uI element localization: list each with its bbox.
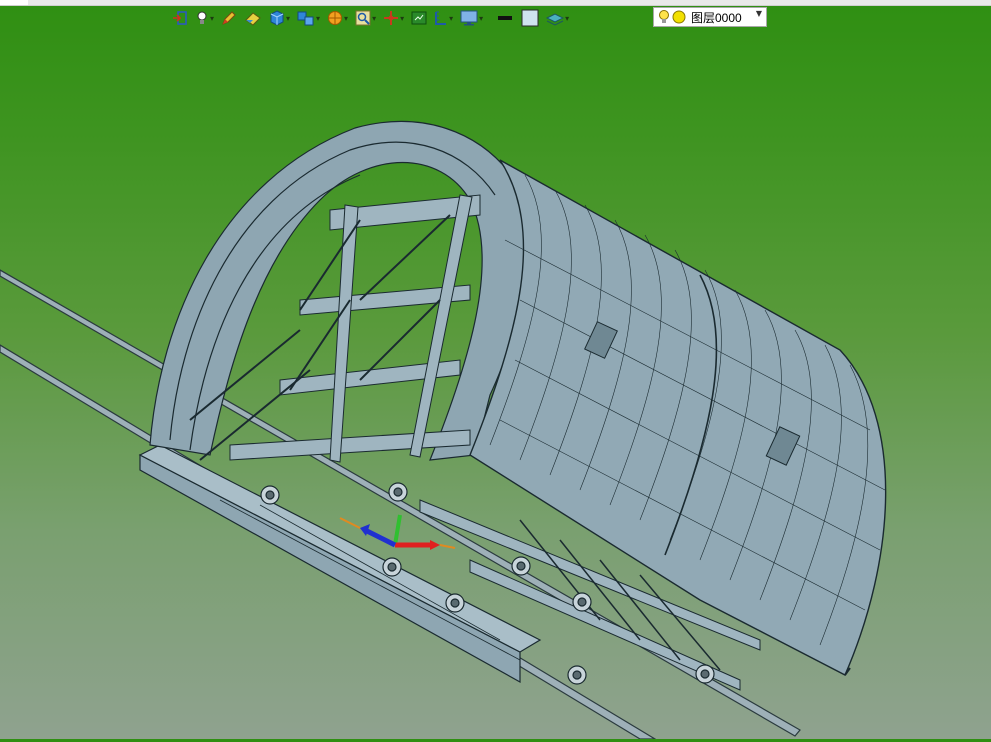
layer-stack-icon <box>546 13 565 26</box>
view-screen-icon <box>411 11 427 25</box>
display-monitor-dropdown-caret[interactable]: ▾ <box>479 14 483 23</box>
measure-dropdown-caret[interactable]: ▾ <box>449 14 453 23</box>
measure-icon <box>435 11 447 25</box>
cube-stack-dropdown-caret[interactable]: ▾ <box>316 14 320 23</box>
display-monitor-icon <box>460 10 478 26</box>
measure-button[interactable]: ▾ <box>432 7 455 29</box>
layer-color-icon[interactable] <box>672 10 686 24</box>
cube-stack-button[interactable]: ▾ <box>295 7 322 29</box>
solid-cube-dropdown-caret[interactable]: ▾ <box>286 14 290 23</box>
render-sphere-dropdown-caret[interactable]: ▾ <box>344 14 348 23</box>
layer-selector[interactable]: 图层0000 ▼ <box>653 7 767 27</box>
eraser-button[interactable] <box>242 7 264 29</box>
layer-dropdown-caret[interactable]: ▼ <box>756 9 762 18</box>
render-sphere-button[interactable]: ▾ <box>325 7 350 29</box>
pencil-icon <box>222 11 236 25</box>
light-bulb-icon <box>197 11 207 24</box>
solid-cube-button[interactable]: ▾ <box>267 7 292 29</box>
line-color-button[interactable] <box>494 7 516 29</box>
layer-name: 图层0000 <box>691 10 742 25</box>
layer-stack-dropdown-caret[interactable]: ▾ <box>565 14 569 23</box>
pencil-button[interactable] <box>219 7 239 29</box>
eraser-icon <box>245 12 261 26</box>
light-bulb-icon[interactable] <box>658 9 670 25</box>
zoom-icon <box>355 10 371 26</box>
3d-viewport[interactable] <box>0 30 991 740</box>
cube-stack-icon <box>297 11 314 26</box>
insert-icon <box>173 11 187 25</box>
window-corner <box>0 0 28 5</box>
fill-color-icon <box>521 9 539 27</box>
layer-stack-button[interactable]: ▾ <box>544 7 571 29</box>
fill-color-button[interactable] <box>519 7 541 29</box>
main-toolbar: ▾ ▾ ▾ ▾ ▾ ▾ ▾ ▾ ▾ <box>170 6 571 30</box>
base-platform <box>138 444 542 684</box>
render-sphere-icon <box>328 11 343 25</box>
line-color-icon <box>498 16 513 20</box>
move-axes-icon <box>384 11 399 25</box>
transform-gizmo[interactable] <box>339 514 456 550</box>
display-monitor-button[interactable]: ▾ <box>458 7 485 29</box>
solid-cube-icon <box>270 10 284 26</box>
light-button[interactable]: ▾ <box>193 7 216 29</box>
light-dropdown-caret[interactable]: ▾ <box>210 14 214 23</box>
view-screen-button[interactable] <box>409 7 429 29</box>
zoom-dropdown-caret[interactable]: ▾ <box>372 14 376 23</box>
move-axes-button[interactable]: ▾ <box>381 7 406 29</box>
insert-button[interactable] <box>170 7 190 29</box>
zoom-button[interactable]: ▾ <box>353 7 378 29</box>
tunnel-formwork-model <box>0 120 887 740</box>
move-axes-dropdown-caret[interactable]: ▾ <box>400 14 404 23</box>
